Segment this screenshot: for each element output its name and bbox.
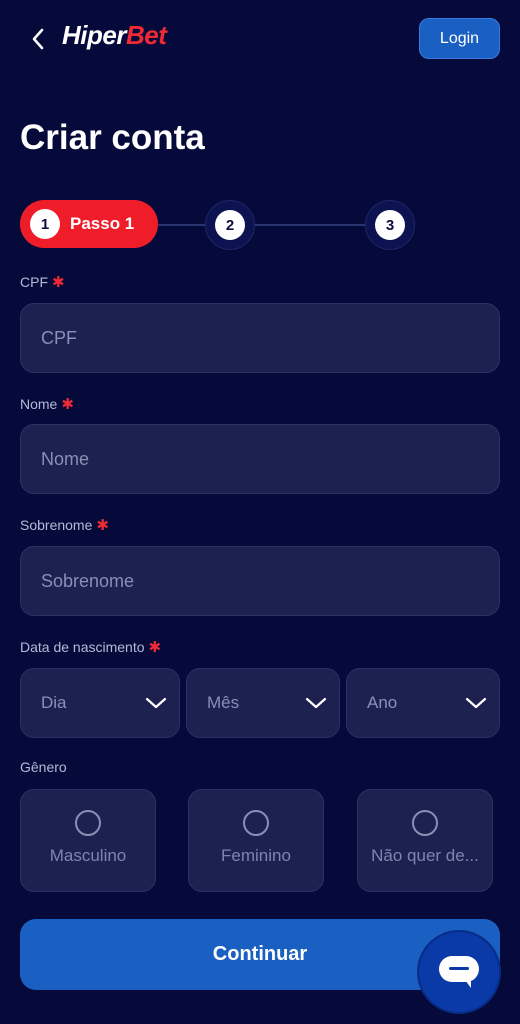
required-asterisk: ✱ <box>52 274 65 291</box>
step-connector <box>158 224 208 226</box>
gender-option-feminino[interactable]: Feminino <box>188 789 324 892</box>
chevron-down-icon <box>305 697 327 709</box>
gender-option-masculino[interactable]: Masculino <box>20 789 156 892</box>
step-2-number: 2 <box>215 210 245 240</box>
year-select-value: Ano <box>367 693 398 712</box>
login-button[interactable]: Login <box>419 18 500 59</box>
birthdate-label-text: Data de nascimento <box>20 639 145 655</box>
radio-icon[interactable] <box>243 810 269 836</box>
day-select[interactable]: Dia <box>20 668 180 738</box>
logo-hiper: Hiper <box>62 20 126 50</box>
radio-icon[interactable] <box>75 810 101 836</box>
birthdate-label: Data de nascimento ✱ <box>20 638 161 656</box>
step-3: 3 <box>365 200 415 250</box>
cpf-input[interactable] <box>20 303 500 373</box>
gender-option-label: Não quer de... <box>371 846 479 865</box>
logo-bet: Bet <box>125 20 167 50</box>
year-select[interactable]: Ano <box>346 668 500 738</box>
month-select-value: Mês <box>207 693 240 712</box>
step-3-number: 3 <box>375 210 405 240</box>
stepper: 1 Passo 1 2 3 <box>20 198 420 252</box>
chat-bubble-icon <box>439 956 479 988</box>
page-title: Criar conta <box>20 118 205 157</box>
back-button[interactable] <box>24 24 52 54</box>
chevron-left-icon <box>32 28 44 50</box>
chat-button[interactable] <box>419 932 499 1012</box>
sobrenome-label-text: Sobrenome <box>20 517 93 533</box>
logo[interactable]: HiperBet <box>62 20 167 51</box>
nome-input[interactable] <box>20 424 500 494</box>
header: HiperBet Login <box>0 0 520 80</box>
step-connector <box>254 224 366 226</box>
nome-label-text: Nome <box>20 396 58 412</box>
cpf-label: CPF ✱ <box>20 273 65 291</box>
gender-option-nao-informar[interactable]: Não quer de... <box>357 789 493 892</box>
gender-label: Gênero <box>20 759 67 775</box>
day-select-value: Dia <box>41 693 67 712</box>
gender-option-label: Masculino <box>49 846 127 865</box>
step-1-active: 1 Passo 1 <box>20 200 158 248</box>
required-asterisk: ✱ <box>61 396 74 413</box>
step-2: 2 <box>205 200 255 250</box>
required-asterisk: ✱ <box>148 639 162 656</box>
cpf-label-text: CPF <box>20 274 48 290</box>
sobrenome-label: Sobrenome ✱ <box>20 516 109 534</box>
gender-option-label: Feminino <box>221 846 291 865</box>
step-1-label: Passo 1 <box>70 214 135 233</box>
chevron-down-icon <box>465 697 487 709</box>
month-select[interactable]: Mês <box>186 668 340 738</box>
sobrenome-input[interactable] <box>20 546 500 616</box>
chevron-down-icon <box>145 697 167 709</box>
radio-icon[interactable] <box>412 810 438 836</box>
required-asterisk: ✱ <box>96 517 109 534</box>
nome-label: Nome ✱ <box>20 395 74 413</box>
step-1-number: 1 <box>30 209 60 239</box>
